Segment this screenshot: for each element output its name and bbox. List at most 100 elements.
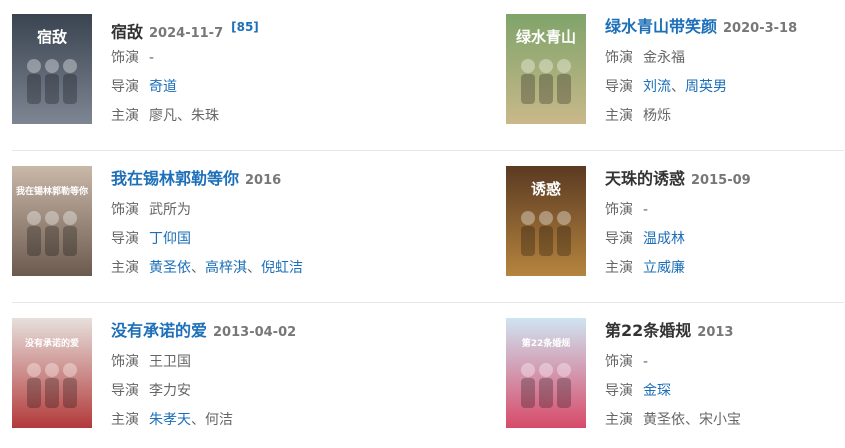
person-name: - bbox=[149, 50, 155, 66]
person-name: 李力安 bbox=[149, 383, 191, 399]
person-name: - bbox=[643, 202, 649, 218]
release-date: 2013 bbox=[697, 325, 734, 340]
person-name: 武所为 bbox=[149, 202, 191, 218]
release-date: 2024-11-7 bbox=[149, 26, 224, 42]
director-row: 导演 李力安 bbox=[111, 377, 342, 406]
release-date: 2016 bbox=[245, 173, 282, 188]
title-line: 宿敌 2024-11-7 [85] bbox=[111, 14, 342, 42]
director-row: 导演 温成林 bbox=[605, 225, 836, 254]
title-line: 没有承诺的爱 2013-04-02 bbox=[111, 318, 342, 344]
director-row: 导演 奇道 bbox=[111, 73, 342, 102]
field-label: 导演 bbox=[605, 231, 633, 247]
drama-info: 我在锡林郭勒等你 2016 饰演 武所为 导演 丁仰国 主演 黄圣依、高梓淇、倪虹洁 bbox=[111, 166, 342, 283]
field-label: 导演 bbox=[111, 231, 139, 247]
drama-title-link[interactable]: 绿水青山带笑颜 bbox=[605, 17, 717, 36]
person-link[interactable]: 朱孝天 bbox=[149, 412, 191, 428]
field-label: 主演 bbox=[605, 260, 633, 276]
field-label: 饰演 bbox=[605, 202, 633, 218]
drama-title-link[interactable]: 我在锡林郭勒等你 bbox=[111, 169, 239, 188]
field-label: 导演 bbox=[605, 383, 633, 399]
director-row: 导演 刘流、周英男 bbox=[605, 73, 836, 102]
name-separator: 、 bbox=[671, 79, 685, 95]
poster-image[interactable]: 诱惑 bbox=[506, 166, 586, 276]
person-link[interactable]: 温成林 bbox=[643, 231, 685, 247]
person-link[interactable]: 奇道 bbox=[149, 79, 177, 95]
starring-row: 主演 黄圣依、高梓淇、倪虹洁 bbox=[111, 254, 342, 283]
drama-card: 第22条婚规 第22条婚规 2013 饰演 - 导演 金琛 主演 黄圣依、宋小宝 bbox=[506, 318, 836, 430]
poster-image[interactable]: 绿水青山 bbox=[506, 14, 586, 124]
actor-row: 饰演 - bbox=[605, 196, 836, 225]
poster-image[interactable]: 第22条婚规 bbox=[506, 318, 586, 428]
poster-title-text: 绿水青山 bbox=[516, 28, 576, 46]
drama-card: 宿敌 宿敌 2024-11-7 [85] 饰演 - 导演 奇道 主演 廖凡、朱珠 bbox=[12, 14, 342, 126]
person-name: 金永福 bbox=[643, 50, 685, 66]
drama-info: 宿敌 2024-11-7 [85] 饰演 - 导演 奇道 主演 廖凡、朱珠 bbox=[111, 14, 342, 131]
person-link[interactable]: 金琛 bbox=[643, 383, 671, 399]
field-label: 饰演 bbox=[111, 202, 139, 218]
person-link[interactable]: 倪虹洁 bbox=[261, 260, 303, 276]
person-link[interactable]: 高梓淇 bbox=[205, 260, 247, 276]
field-label: 主演 bbox=[111, 108, 139, 124]
actor-row: 饰演 金永福 bbox=[605, 44, 836, 73]
starring-row: 主演 廖凡、朱珠 bbox=[111, 102, 342, 131]
person-name: 黄圣依、宋小宝 bbox=[643, 412, 741, 428]
row-divider bbox=[12, 302, 844, 303]
poster-title-text: 宿敌 bbox=[37, 28, 67, 46]
person-name: 杨烁 bbox=[643, 108, 671, 124]
starring-row: 主演 杨烁 bbox=[605, 102, 836, 131]
field-label: 饰演 bbox=[605, 50, 633, 66]
poster-image[interactable]: 宿敌 bbox=[12, 14, 92, 124]
person-link[interactable]: 丁仰国 bbox=[149, 231, 191, 247]
title-line: 绿水青山带笑颜 2020-3-18 bbox=[605, 14, 836, 40]
drama-info: 没有承诺的爱 2013-04-02 饰演 王卫国 导演 李力安 主演 朱孝天、何洁 bbox=[111, 318, 342, 435]
drama-info: 绿水青山带笑颜 2020-3-18 饰演 金永福 导演 刘流、周英男 主演 杨烁 bbox=[605, 14, 836, 131]
name-separator: 、 bbox=[247, 260, 261, 276]
drama-card: 我在锡林郭勒等你 我在锡林郭勒等你 2016 饰演 武所为 导演 丁仰国 主演 黄圣依、高梓淇、… bbox=[12, 166, 342, 278]
title-line: 天珠的诱惑 2015-09 bbox=[605, 166, 836, 192]
starring-row: 主演 朱孝天、何洁 bbox=[111, 406, 342, 435]
field-label: 饰演 bbox=[111, 50, 139, 66]
actor-row: 饰演 - bbox=[605, 348, 836, 377]
person-link[interactable]: 刘流 bbox=[643, 79, 671, 95]
drama-title-link[interactable]: 没有承诺的爱 bbox=[111, 321, 207, 340]
field-label: 饰演 bbox=[605, 354, 633, 370]
actor-row: 饰演 王卫国 bbox=[111, 348, 342, 377]
director-row: 导演 金琛 bbox=[605, 377, 836, 406]
name-separator: 、 bbox=[191, 412, 205, 428]
title-line: 我在锡林郭勒等你 2016 bbox=[111, 166, 342, 192]
field-label: 导演 bbox=[111, 79, 139, 95]
poster-image[interactable]: 没有承诺的爱 bbox=[12, 318, 92, 428]
row-divider bbox=[12, 150, 844, 151]
starring-row: 主演 黄圣依、宋小宝 bbox=[605, 406, 836, 435]
poster-title-text: 第22条婚规 bbox=[522, 337, 571, 349]
drama-card: 诱惑 天珠的诱惑 2015-09 饰演 - 导演 温成林 主演 立威廉 bbox=[506, 166, 836, 278]
actor-row: 饰演 - bbox=[111, 44, 342, 73]
poster-title-text: 我在锡林郭勒等你 bbox=[16, 185, 88, 197]
poster-image[interactable]: 我在锡林郭勒等你 bbox=[12, 166, 92, 276]
field-label: 主演 bbox=[111, 260, 139, 276]
person-link[interactable]: 黄圣依 bbox=[149, 260, 191, 276]
person-link[interactable]: 立威廉 bbox=[643, 260, 685, 276]
field-label: 主演 bbox=[111, 412, 139, 428]
episode-count-badge[interactable]: [85] bbox=[231, 20, 259, 34]
actor-row: 饰演 武所为 bbox=[111, 196, 342, 225]
title-line: 第22条婚规 2013 bbox=[605, 318, 836, 344]
drama-info: 天珠的诱惑 2015-09 饰演 - 导演 温成林 主演 立威廉 bbox=[605, 166, 836, 283]
drama-info: 第22条婚规 2013 饰演 - 导演 金琛 主演 黄圣依、宋小宝 bbox=[605, 318, 836, 435]
person-link[interactable]: 周英男 bbox=[685, 79, 727, 95]
name-separator: 、 bbox=[191, 260, 205, 276]
starring-row: 主演 立威廉 bbox=[605, 254, 836, 283]
drama-title-link[interactable]: 天珠的诱惑 bbox=[605, 169, 685, 188]
person-name: 何洁 bbox=[205, 412, 233, 428]
drama-card: 没有承诺的爱 没有承诺的爱 2013-04-02 饰演 王卫国 导演 李力安 主演 朱孝天、何洁 bbox=[12, 318, 342, 430]
release-date: 2013-04-02 bbox=[213, 325, 297, 340]
person-name: 廖凡、朱珠 bbox=[149, 108, 219, 124]
director-row: 导演 丁仰国 bbox=[111, 225, 342, 254]
drama-card: 绿水青山 绿水青山带笑颜 2020-3-18 饰演 金永福 导演 刘流、周英男 主演 杨烁 bbox=[506, 14, 836, 126]
drama-title-link[interactable]: 第22条婚规 bbox=[605, 321, 691, 340]
poster-title-text: 没有承诺的爱 bbox=[25, 337, 79, 349]
field-label: 导演 bbox=[605, 79, 633, 95]
drama-title-link[interactable]: 宿敌 bbox=[111, 22, 143, 41]
field-label: 导演 bbox=[111, 383, 139, 399]
field-label: 主演 bbox=[605, 108, 633, 124]
